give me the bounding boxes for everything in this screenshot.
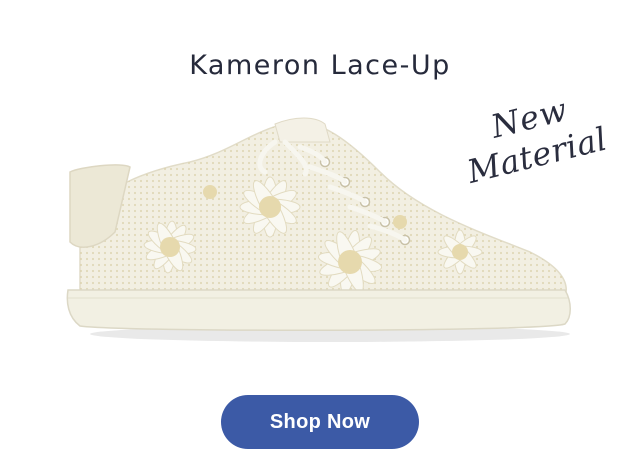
product-card: Kameron Lace-Up New Material Shop Now [0, 0, 640, 470]
sneaker-image[interactable] [60, 112, 580, 352]
shop-now-button[interactable]: Shop Now [221, 395, 419, 449]
product-title: Kameron Lace-Up [189, 50, 451, 81]
